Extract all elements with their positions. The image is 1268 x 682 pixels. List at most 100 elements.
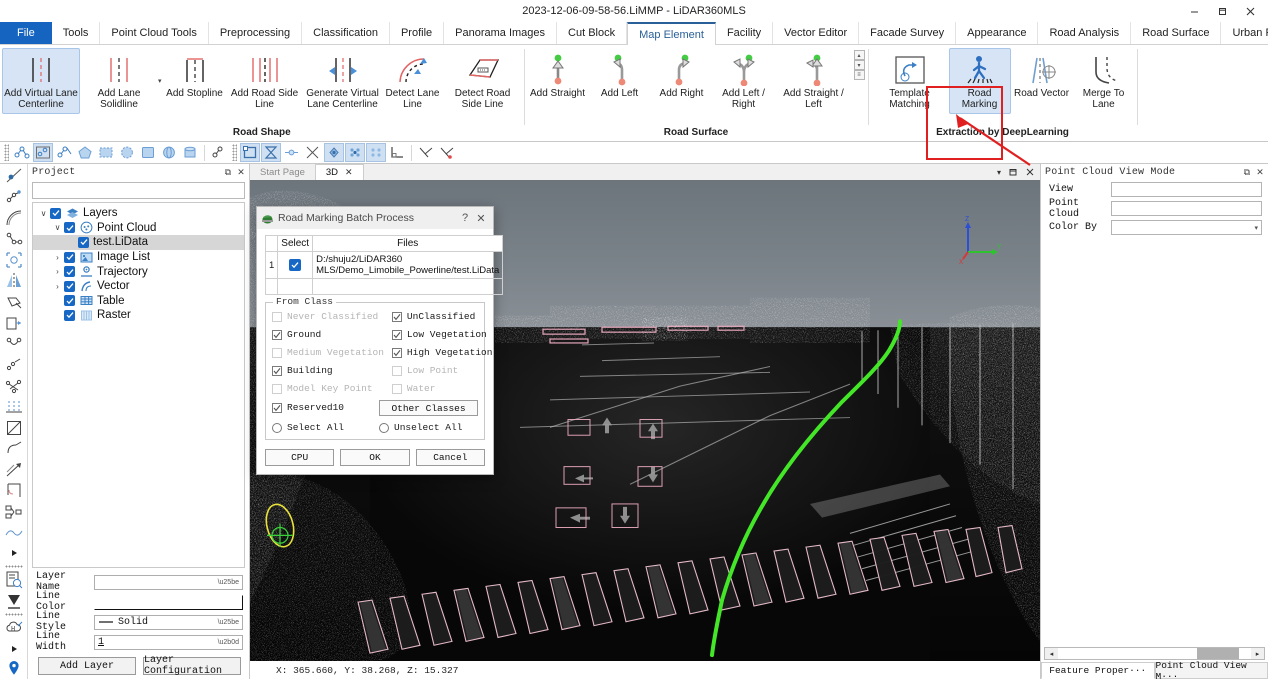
diagonal-box-icon[interactable] (2, 418, 26, 438)
toolbar-grip-2[interactable] (232, 144, 237, 161)
tree-item-point-cloud[interactable]: ∨ Point Cloud (33, 221, 244, 236)
sphere-select-icon[interactable] (159, 143, 179, 162)
minimize-button[interactable] (1180, 1, 1208, 21)
ribbon-button-add-straight-left[interactable]: Add Straight / Left (775, 48, 853, 114)
tree-item-raster[interactable]: Raster (33, 308, 244, 323)
menu-tab-vector-editor[interactable]: Vector Editor (773, 22, 860, 44)
line-color-swatch[interactable] (94, 594, 243, 610)
corner-axis-icon[interactable] (387, 143, 407, 162)
mirror-icon[interactable] (2, 271, 26, 291)
curve-line-icon[interactable] (2, 439, 26, 459)
tree-expand-arrow[interactable]: › (51, 253, 64, 262)
pick-point-icon[interactable] (2, 166, 26, 186)
field-combo[interactable]: ▾ (1111, 220, 1262, 235)
tree-expand-arrow[interactable]: ∨ (37, 209, 50, 218)
corner-frame-icon[interactable] (2, 481, 26, 501)
point-network-icon[interactable] (2, 187, 26, 207)
scroll-thumb[interactable] (1196, 648, 1240, 659)
menu-tab-preprocessing[interactable]: Preprocessing (209, 22, 303, 44)
class-checkbox-water[interactable]: Water (391, 381, 493, 396)
height-cloud-icon[interactable]: H (2, 618, 26, 638)
view-close-icon[interactable] (1025, 167, 1035, 177)
ribbon-button-add-left[interactable]: Add Left (589, 48, 651, 103)
menu-tab-road-analysis[interactable]: Road Analysis (1038, 22, 1132, 44)
lane-solidline-dropdown-caret[interactable]: ▾ (158, 77, 162, 85)
point-cluster-2-icon[interactable] (366, 143, 386, 162)
close-button[interactable] (1236, 1, 1264, 21)
ribbon-button-generate-virtual-lane-centerline[interactable]: Generate Virtual Lane Centerline (304, 48, 382, 114)
tree-checkbox[interactable] (64, 309, 75, 321)
tree-item-table[interactable]: Table (33, 294, 244, 309)
menu-tab-profile[interactable]: Profile (390, 22, 445, 44)
tree-checkbox[interactable] (78, 236, 89, 248)
layer-configuration-button[interactable]: Layer Configuration (143, 655, 241, 677)
ribbon-button-detect-lane-line[interactable]: Detect Lane Line (382, 48, 444, 114)
dialog-cancel-button[interactable]: Cancel (415, 449, 485, 466)
polygon-select-icon[interactable] (75, 143, 95, 162)
view-tab-close-icon[interactable]: ✕ (345, 167, 353, 178)
scroll-track[interactable] (1058, 648, 1251, 659)
ribbon-button-add-virtual-lane-centerline[interactable]: Add Virtual Lane Centerline (2, 48, 80, 114)
expand-select-icon[interactable] (2, 250, 26, 270)
project-search-input[interactable] (32, 182, 245, 199)
select-all-radio[interactable]: Select All (272, 420, 371, 435)
tree-checkbox[interactable] (64, 222, 75, 234)
hourglass-clip-icon[interactable] (261, 143, 281, 162)
panel-close-icon[interactable]: ✕ (237, 167, 245, 178)
add-layer-button[interactable]: Add Layer (38, 657, 136, 675)
square-select-icon[interactable] (138, 143, 158, 162)
measure-volume-icon[interactable] (54, 143, 74, 162)
rect-select-icon[interactable] (96, 143, 116, 162)
ribbon-button-template-matching[interactable]: Template Matching (871, 48, 949, 114)
node-link-icon[interactable] (2, 334, 26, 354)
play-small-2-icon[interactable] (2, 639, 26, 658)
layer-name-combo[interactable]: \u25be (94, 574, 243, 590)
measure-polyline-icon[interactable] (12, 143, 32, 162)
view-tab-start-page[interactable]: Start Page (250, 164, 315, 180)
menu-tab-appearance[interactable]: Appearance (956, 22, 1039, 44)
right-panel-close-icon[interactable]: ✕ (1256, 167, 1264, 178)
menu-tab-facade-survey[interactable]: Facade Survey (859, 22, 957, 44)
class-checkbox-ground[interactable]: Ground (272, 327, 384, 342)
right-panel-pin-icon[interactable]: ⧉ (1244, 167, 1251, 178)
maximize-button[interactable] (1208, 1, 1236, 21)
line-width-spinner[interactable]: 1 \u2b0d (94, 634, 243, 650)
circle-select-icon[interactable] (117, 143, 137, 162)
arrow-line-icon[interactable] (2, 460, 26, 480)
scroll-left-button[interactable]: ◂ (1045, 648, 1058, 659)
play-small-icon[interactable] (2, 544, 26, 563)
ribbon-button-detect-road-side-line[interactable]: Detect Road Side Line (444, 48, 522, 114)
measure-area-icon[interactable] (33, 143, 53, 162)
menu-tab-file[interactable]: File (0, 22, 52, 44)
road-surface-scroll-spinner[interactable]: ▴ ▾ ≡ (853, 50, 865, 80)
wave-line-icon[interactable] (2, 523, 26, 543)
ribbon-button-add-lane-solidline[interactable]: Add Lane Solidline (80, 48, 158, 114)
toolbar-grip[interactable] (4, 144, 9, 161)
files-table-row[interactable]: 1 D:/shuju2/LiDAR360 MLS/Demo_Limobile_Po… (264, 251, 504, 279)
dialog-close-button[interactable]: ✕ (473, 210, 489, 226)
ribbon-button-road-marking[interactable]: Road Marking (948, 48, 1011, 114)
menu-tab-facility[interactable]: Facility (716, 22, 774, 44)
point-cluster-icon[interactable] (345, 143, 365, 162)
class-checkbox-model-key-point[interactable]: Model Key Point (272, 381, 384, 396)
ribbon-button-add-left-right[interactable]: Add Left / Right (713, 48, 775, 114)
ribbon-button-add-road-side-line[interactable]: Add Road Side Line (226, 48, 304, 114)
class-checkbox-low-point[interactable]: Low Point (391, 363, 493, 378)
view-caret-icon[interactable]: ▾ (997, 168, 1001, 177)
ribbon-button-add-stopline[interactable]: Add Stopline (164, 48, 226, 103)
extrude-icon[interactable] (2, 313, 26, 333)
class-checkbox-building[interactable]: Building (272, 363, 384, 378)
tree-expand-arrow[interactable]: › (51, 282, 64, 291)
dialog-cpu-button[interactable]: CPU (265, 449, 335, 466)
menu-tab-panorama-images[interactable]: Panorama Images (444, 22, 558, 44)
tree-item-vector[interactable]: › Vector (33, 279, 244, 294)
right-panel-hscrollbar[interactable]: ◂ ▸ (1044, 647, 1265, 660)
tree-checkbox[interactable] (64, 295, 75, 307)
unselect-all-radio[interactable]: Unselect All (379, 420, 478, 435)
cylinder-select-icon[interactable] (180, 143, 200, 162)
view-tab-3d[interactable]: 3D ✕ (314, 164, 364, 180)
class-checkbox-medium-vegetation[interactable]: Medium Vegetation (272, 345, 384, 360)
tree-checkbox[interactable] (64, 280, 75, 292)
diamond-nodes-icon[interactable] (324, 143, 344, 162)
connect-nodes-icon[interactable] (209, 143, 229, 162)
